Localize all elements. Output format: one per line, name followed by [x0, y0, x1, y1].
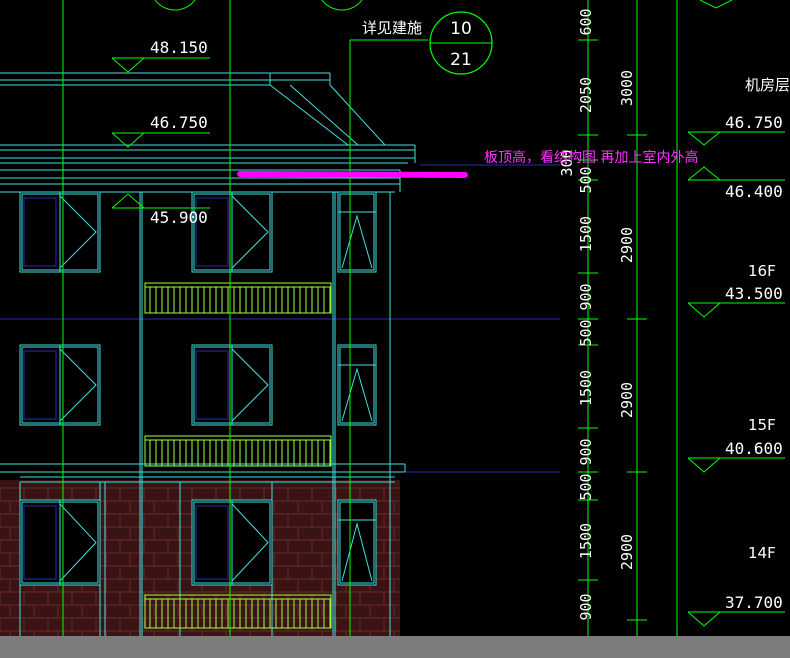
floor-label-machine-room: 机房层 — [745, 76, 790, 94]
elevation-46750-right: 46.750 — [725, 113, 783, 132]
window — [191, 499, 273, 586]
elevation-48150: 48.150 — [150, 38, 208, 57]
dim-1500-a: 1500 — [577, 216, 595, 252]
window — [191, 191, 273, 273]
detail-ref-bottom: 21 — [450, 50, 472, 70]
detail-ref-top: 10 — [450, 19, 472, 39]
dim-3000: 3000 — [618, 70, 636, 106]
elevation-46750-left: 46.750 — [150, 113, 208, 132]
dim-2050: 2050 — [577, 77, 595, 113]
window-narrow — [337, 191, 377, 273]
dim-500-c: 500 — [577, 473, 595, 500]
elevation-46400: 46.400 — [725, 182, 783, 201]
detail-reference-bubble[interactable]: 详见建施 10 21 — [362, 11, 493, 75]
annotation-highlight-line — [237, 171, 468, 178]
elevation-43500: 43.500 — [725, 284, 783, 303]
floor-label-16f: 16F — [748, 262, 776, 280]
dim-2900-a: 2900 — [618, 227, 636, 263]
detail-ref-label: 详见建施 — [362, 19, 422, 37]
window — [19, 499, 101, 586]
floor-label-14f: 14F — [748, 544, 776, 562]
window — [19, 344, 101, 426]
dim-500-b: 500 — [577, 319, 595, 346]
window-narrow — [337, 499, 377, 586]
dim-600: 600 — [577, 8, 595, 35]
elevation-40600: 40.600 — [725, 439, 783, 458]
dim-500-a: 500 — [577, 166, 595, 193]
elevation-45900: 45.900 — [150, 208, 208, 227]
window — [191, 344, 273, 426]
dim-900-b: 900 — [577, 438, 595, 465]
status-bar — [0, 636, 790, 658]
balcony-railing — [144, 435, 332, 467]
dim-900-a: 900 — [577, 283, 595, 310]
balcony-railing — [144, 282, 332, 314]
dim-1500-c: 1500 — [577, 523, 595, 559]
dim-900-c: 900 — [577, 593, 595, 620]
floor-label-15f: 15F — [748, 416, 776, 434]
window-narrow — [337, 344, 377, 426]
dim-1500-b: 1500 — [577, 370, 595, 406]
window — [19, 191, 101, 273]
dim-2900-b: 2900 — [618, 382, 636, 418]
annotation-text: 板顶高，看结构图 再加上室内外高 — [484, 149, 698, 166]
elevation-drawing: 详见建施 10 21 48.150 46.750 45.900 46.750 4… — [0, 0, 790, 644]
elevation-37700: 37.700 — [725, 593, 783, 612]
dim-2900-c: 2900 — [618, 534, 636, 570]
cad-drawing-viewport[interactable]: 详见建施 10 21 48.150 46.750 45.900 46.750 4… — [0, 0, 790, 658]
